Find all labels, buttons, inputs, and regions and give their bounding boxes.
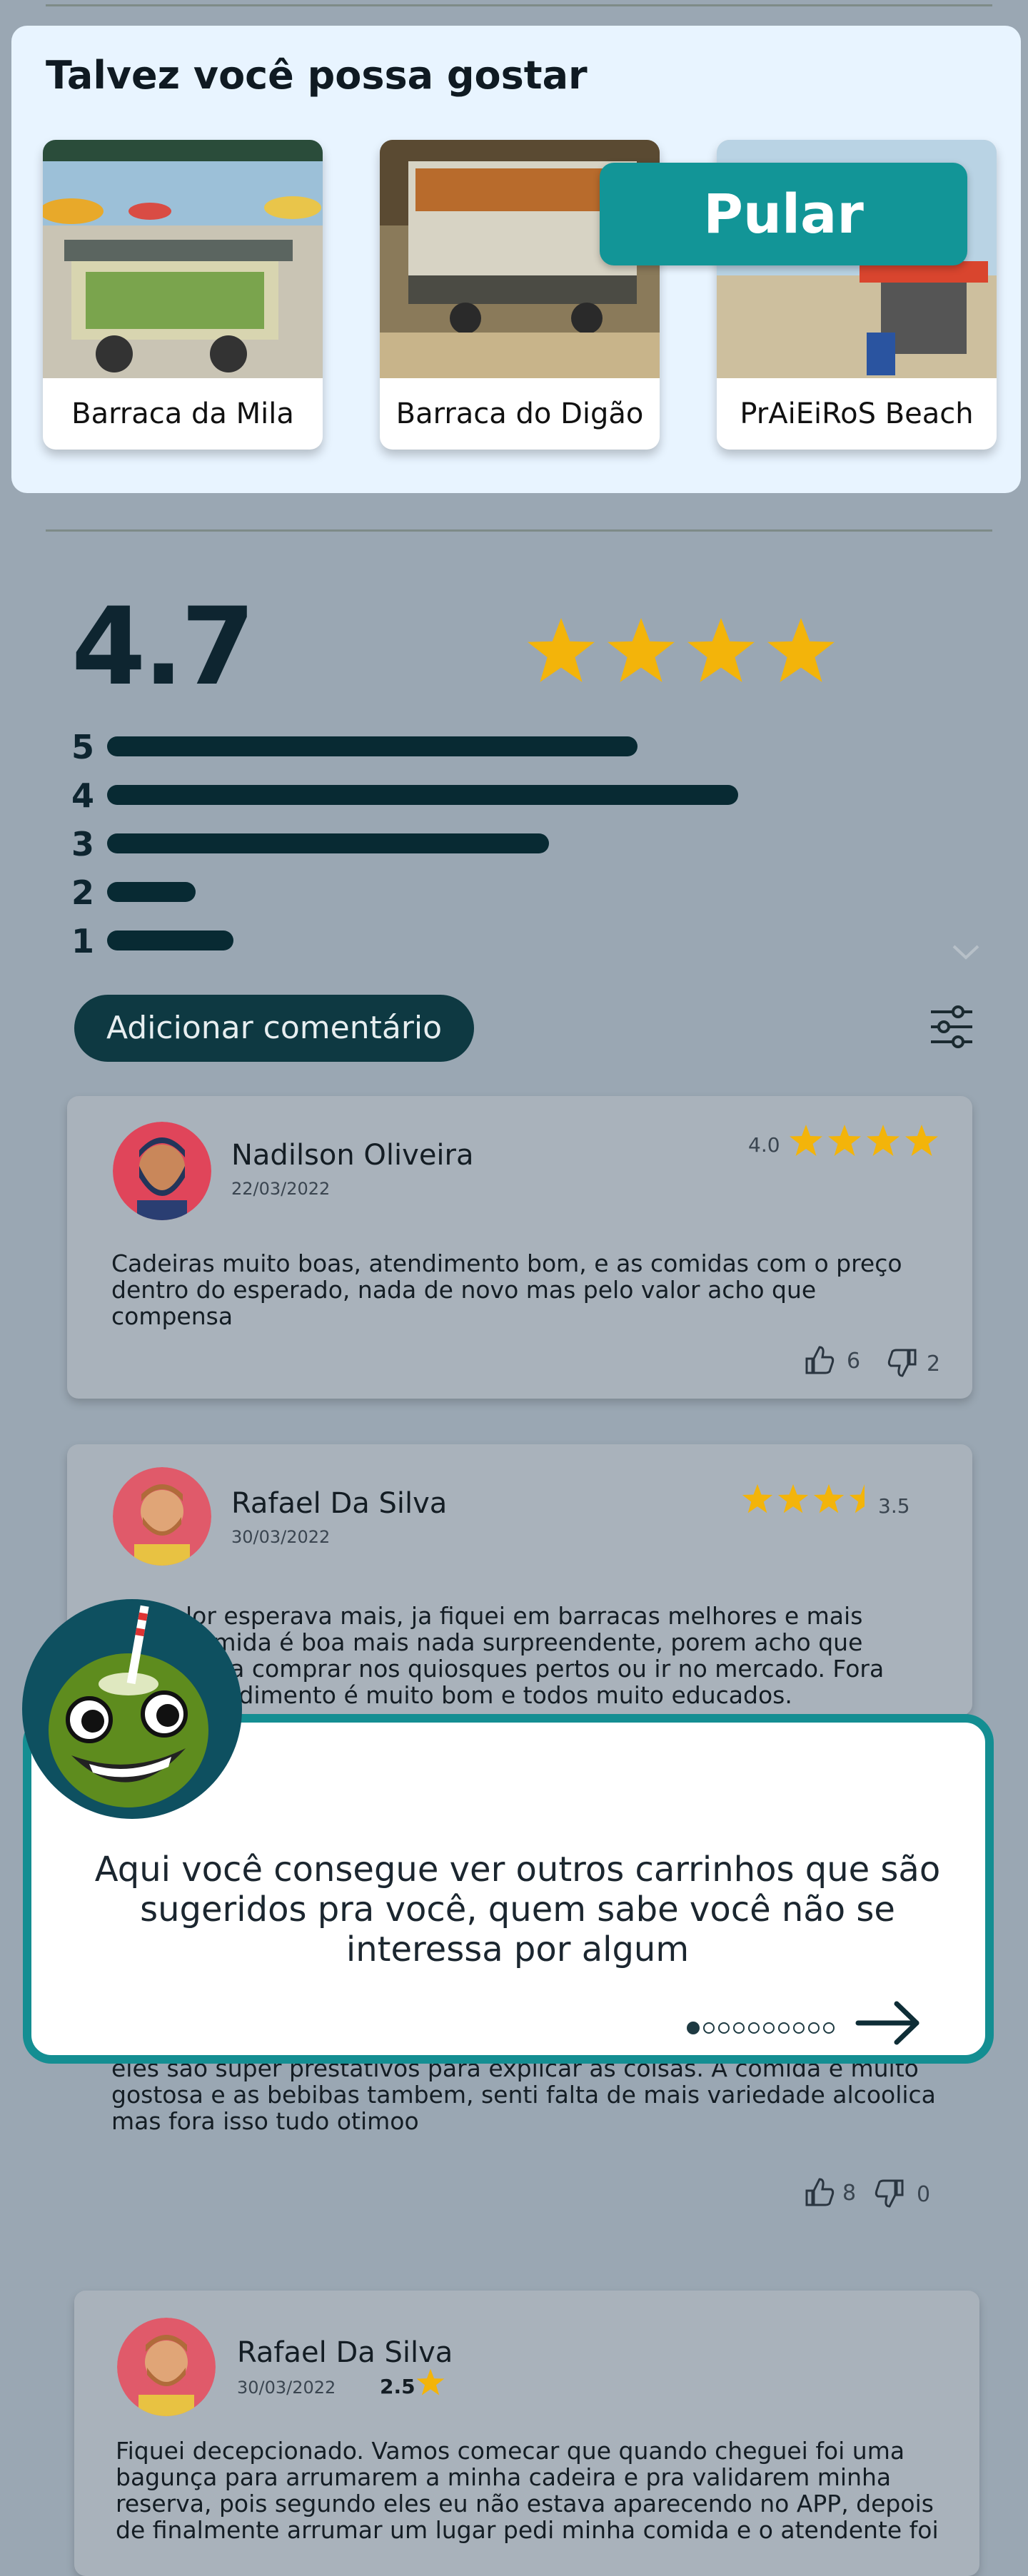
thumbs-up-icon[interactable] [804, 2176, 835, 2208]
star-icon [849, 1484, 880, 1513]
progress-dot [733, 2022, 745, 2034]
rating-bar-label: 3 [71, 825, 95, 863]
next-arrow-icon[interactable] [854, 1998, 922, 2048]
review-card: Rafael Da Silva 30/03/2022 2.5 Fiquei de… [74, 2291, 979, 2576]
dislike-count: 2 [927, 1352, 941, 1376]
star-icon [777, 1484, 809, 1513]
top-divider [46, 4, 992, 6]
rating-bar-label: 1 [71, 922, 95, 960]
suggestion-name-3: PrAiEiRoS Beach [740, 397, 974, 430]
average-rating: 4.7 [71, 585, 256, 709]
review-score: 4.0 [748, 1133, 780, 1157]
suggestion-card-1[interactable]: Barraca da Mila [43, 140, 323, 450]
rating-bar [107, 785, 738, 805]
review-text: eles são super prestativos para explicar… [111, 2054, 936, 2135]
like-count: 6 [847, 1349, 861, 1374]
review-text: Cadeiras muito boas, atendimento bom, e … [111, 1249, 902, 1330]
suggestion-name-2: Barraca do Digão [395, 397, 644, 430]
thumbs-up-icon[interactable] [804, 1344, 835, 1376]
review-stars [788, 1123, 942, 1162]
progress-dot [778, 2022, 790, 2034]
review-text: Fiquei decepcionado. Vamos comecar que q… [116, 2437, 939, 2544]
star-icon [867, 1125, 900, 1156]
thumbs-down-icon[interactable] [874, 2178, 905, 2209]
rating-bar [107, 833, 549, 853]
rating-bar-label: 2 [71, 873, 95, 912]
tutorial-message: Aqui você consegue ver outros carrinhos … [94, 1850, 941, 1969]
like-count: 8 [842, 2181, 857, 2206]
average-stars [525, 615, 889, 692]
suggestion-image-1 [43, 140, 323, 378]
review-date: 22/03/2022 [231, 1179, 331, 1199]
rating-bar-label: 5 [71, 728, 95, 766]
review-stars [741, 1483, 884, 1518]
progress-dot [687, 2021, 700, 2034]
avatar [117, 2318, 216, 2416]
suggestions-title: Talvez você possa gostar [46, 53, 588, 98]
thumbs-down-icon[interactable] [887, 1347, 918, 1379]
review-stars [415, 2368, 448, 2400]
dislike-count: 0 [917, 2182, 931, 2207]
star-icon [416, 2368, 445, 2395]
progress-dot [793, 2022, 805, 2034]
progress-dot [823, 2022, 835, 2034]
progress-dot [703, 2022, 715, 2034]
review-card: Nadilson Oliveira 22/03/2022 4.0 Cadeira… [67, 1096, 972, 1399]
star-icon [828, 1125, 861, 1156]
section-divider [46, 529, 992, 532]
rating-bar [107, 736, 638, 756]
review-date: 30/03/2022 [237, 2378, 336, 2398]
progress-dot [748, 2022, 760, 2034]
reviewer-name: Nadilson Oliveira [231, 1139, 474, 1172]
star-icon [525, 691, 598, 692]
avatar [113, 1122, 211, 1220]
star-icon [767, 618, 835, 682]
add-comment-button[interactable]: Adicionar comentário [74, 995, 474, 1062]
review-text: lor esperava mais, ja fiquei em barracas… [186, 1602, 885, 1709]
star-icon [608, 618, 675, 682]
avatar [113, 1467, 211, 1566]
tutorial-progress-dots [687, 2020, 838, 2036]
progress-dot [718, 2022, 730, 2034]
skip-button[interactable]: Pular [600, 163, 967, 265]
star-icon [742, 1484, 773, 1513]
suggestion-name-1: Barraca da Mila [71, 397, 294, 430]
chevron-down-icon[interactable] [949, 940, 982, 962]
progress-dot [763, 2022, 775, 2034]
rating-bar [107, 930, 233, 950]
star-icon [687, 618, 755, 682]
mascot-avatar [22, 1599, 242, 1819]
reviewer-name: Rafael Da Silva [237, 2336, 453, 2369]
star-icon [790, 1125, 822, 1156]
progress-dot [808, 2022, 820, 2034]
star-icon [528, 618, 595, 682]
review-score: 2.5 [380, 2375, 415, 2398]
rating-bar [107, 882, 196, 902]
review-score: 3.5 [878, 1494, 910, 1518]
review-card: eles são super prestativos para explicar… [67, 2048, 972, 2219]
star-icon [813, 1484, 845, 1513]
star-icon [905, 1125, 938, 1156]
filter-icon[interactable] [929, 1002, 974, 1052]
review-date: 30/03/2022 [231, 1527, 331, 1547]
rating-bar-label: 4 [71, 776, 95, 815]
reviewer-name: Rafael Da Silva [231, 1487, 448, 1520]
